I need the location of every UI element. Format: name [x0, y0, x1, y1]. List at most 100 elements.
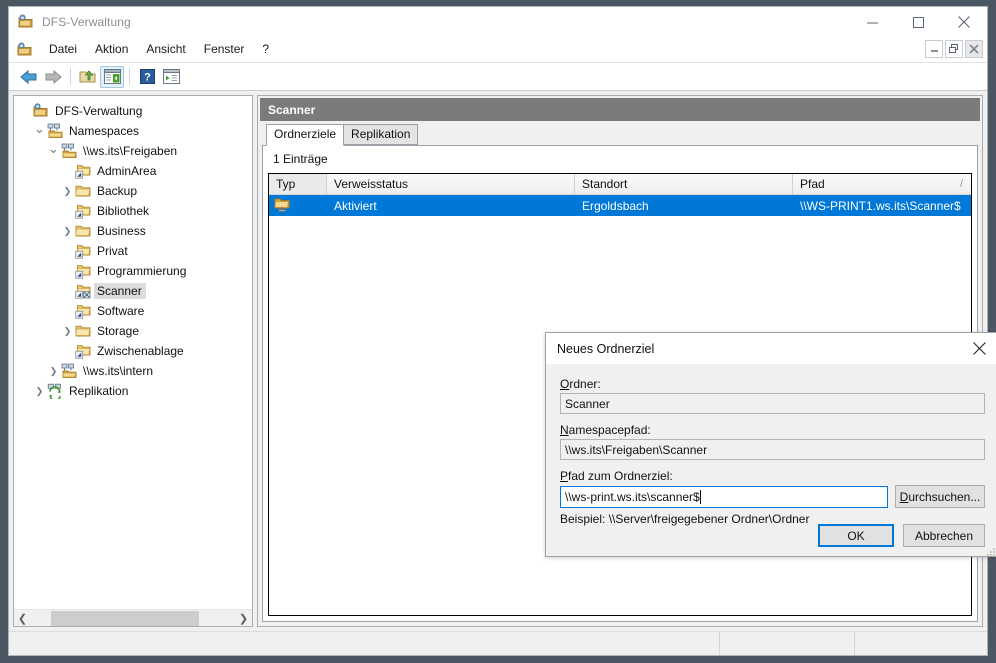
- tree-item-namespaces[interactable]: ⌄ Namespaces: [14, 121, 252, 141]
- tree-item-label: Storage: [97, 324, 140, 338]
- tree-item-replikation[interactable]: ❯ Replikation: [14, 381, 252, 402]
- namespace-icon: [61, 143, 77, 159]
- ordnerziel-input-value: \\ws-print.ws.its\scanner$: [565, 489, 700, 504]
- tree-item-scanner[interactable]: Scanner: [14, 281, 252, 301]
- folder-icon: [75, 223, 91, 239]
- main-body: DFS-Verwaltung ⌄ Namespaces ⌄ \\ws.its\Freig…: [9, 91, 996, 627]
- row-verweisstatus: Aktiviert: [334, 198, 377, 213]
- dialog-close-button[interactable]: [959, 333, 996, 364]
- scrollbar-track[interactable]: [31, 610, 235, 627]
- ordnerziel-input[interactable]: \\ws-print.ws.its\scanner$: [560, 485, 888, 508]
- tree-item-label: \\ws.its\intern: [83, 364, 154, 378]
- show-hide-console-tree-button[interactable]: [100, 65, 124, 88]
- tree-item-dfs-verwaltung[interactable]: DFS-Verwaltung: [14, 101, 252, 121]
- menu-datei[interactable]: Datei: [40, 39, 86, 60]
- up-folder-button[interactable]: [76, 66, 100, 88]
- menu-aktion[interactable]: Aktion: [86, 39, 137, 60]
- scroll-right-icon[interactable]: ❯: [235, 610, 252, 627]
- column-header-typ[interactable]: Typ: [269, 174, 327, 194]
- scroll-left-icon[interactable]: ❮: [14, 610, 31, 627]
- ordnerziel-row: \\ws-print.ws.its\scanner$ Durchsuchen..…: [560, 485, 985, 508]
- window-controls: [849, 7, 987, 37]
- maximize-button[interactable]: [895, 7, 941, 37]
- chevron-right-icon[interactable]: ❯: [60, 186, 75, 197]
- tree-horizontal-scrollbar[interactable]: ❮ ❯: [14, 609, 252, 626]
- menu-help[interactable]: ?: [253, 39, 278, 60]
- tree-item-privat[interactable]: Privat: [14, 241, 252, 261]
- tree-item-label: Namespaces: [69, 124, 140, 138]
- toolbar-separator: [70, 68, 71, 85]
- tree-item-business[interactable]: ❯ Business: [14, 221, 252, 241]
- dfs-link-folder-icon: [75, 343, 91, 359]
- tree-item-programmierung[interactable]: Programmierung: [14, 261, 252, 281]
- namespacepfad-field: \\ws.its\Freigaben\Scanner: [560, 439, 985, 460]
- menu-fenster[interactable]: Fenster: [195, 39, 254, 60]
- dialog-title: Neues Ordnerziel: [557, 341, 655, 356]
- tree-item-storage[interactable]: ❯ Storage: [14, 321, 252, 341]
- mdi-restore-button[interactable]: [945, 40, 963, 58]
- ordnerziel-field-label: Pfad zum Ordnerziel:: [560, 469, 673, 483]
- tree-item-wsitsintern[interactable]: ❯ \\ws.its\intern: [14, 361, 252, 381]
- menu-ansicht[interactable]: Ansicht: [137, 39, 194, 60]
- browse-button[interactable]: Durchsuchen...: [895, 485, 985, 508]
- chevron-right-icon[interactable]: ❯: [60, 326, 75, 337]
- namespace-icon: [61, 363, 77, 379]
- svg-text:?: ?: [144, 72, 151, 84]
- tree-item-label: Privat: [97, 244, 128, 258]
- mdi-minimize-button[interactable]: [925, 40, 943, 58]
- namespacepfad-label-rest: amespacepfad:: [568, 423, 651, 437]
- ok-button[interactable]: OK: [818, 524, 894, 547]
- help-button[interactable]: ?: [135, 66, 159, 88]
- mdi-close-button[interactable]: [965, 40, 983, 58]
- close-button[interactable]: [941, 7, 987, 37]
- tree-item-zwischenablage[interactable]: Zwischenablage: [14, 341, 252, 361]
- column-header-verweisstatus[interactable]: Verweisstatus: [327, 174, 575, 194]
- dfs-root-icon: [33, 103, 49, 119]
- tab-replikation[interactable]: Replikation: [343, 124, 419, 145]
- dfs-link-folder-icon: [75, 303, 91, 319]
- mdi-window-controls: [923, 40, 983, 58]
- row-type-icon-cell: [269, 197, 327, 215]
- column-header-pfad[interactable]: Pfad /: [793, 174, 971, 194]
- back-button[interactable]: [17, 66, 41, 88]
- column-header-standort[interactable]: Standort: [575, 174, 793, 194]
- table-row[interactable]: Aktiviert Ergoldsbach \\WS-PRINT1.ws.its…: [269, 195, 971, 216]
- tree-item-label: Programmierung: [97, 264, 187, 278]
- listview-header: Typ Verweisstatus Standort Pfad /: [269, 174, 971, 195]
- tree-item-label: AdminArea: [97, 164, 157, 178]
- tree-item-backup[interactable]: ❯ Backup: [14, 181, 252, 201]
- console-tree[interactable]: DFS-Verwaltung ⌄ Namespaces ⌄ \\ws.its\Freig…: [14, 96, 252, 609]
- minimize-button[interactable]: [849, 7, 895, 37]
- tree-item-software[interactable]: Software: [14, 301, 252, 321]
- dfs-link-folder-icon: [75, 243, 91, 259]
- resize-grip-icon[interactable]: [986, 544, 996, 556]
- forward-button[interactable]: [41, 66, 65, 88]
- tree-item-label: Software: [97, 304, 145, 318]
- scrollbar-thumb[interactable]: [51, 610, 199, 626]
- tab-ordnerziele[interactable]: Ordnerziele: [266, 124, 345, 146]
- namespacepfad-field-label: Namespacepfad:: [560, 423, 651, 437]
- chevron-right-icon[interactable]: ❯: [60, 226, 75, 237]
- tree-item-adminarea[interactable]: AdminArea: [14, 161, 252, 181]
- tree-item-label: Bibliothek: [97, 204, 150, 218]
- chevron-right-icon[interactable]: ❯: [32, 386, 47, 397]
- cancel-button[interactable]: Abbrechen: [903, 524, 985, 547]
- tree-item-label: Business: [97, 224, 146, 238]
- tree-item-label: DFS-Verwaltung: [55, 104, 143, 118]
- tree-item-bibliothek[interactable]: Bibliothek: [14, 201, 252, 221]
- statusbar-segment-1: [9, 632, 720, 655]
- dfs-link-folder-icon: [75, 203, 91, 219]
- chevron-right-icon[interactable]: ❯: [46, 366, 61, 377]
- ordnerziel-label-rest: fad zum Ordnerziel:: [568, 469, 673, 483]
- sort-indicator-icon: /: [959, 178, 963, 190]
- export-list-button[interactable]: [159, 66, 183, 88]
- console-tree-pane: DFS-Verwaltung ⌄ Namespaces ⌄ \\ws.its\Freig…: [13, 95, 253, 627]
- dfs-link-folder-icon: [75, 163, 91, 179]
- tree-item-wsitsfreigaben[interactable]: ⌄ \\ws.its\Freigaben: [14, 141, 252, 161]
- new-folder-target-dialog: Neues Ordnerziel Ordner: Scanner Namespa…: [545, 332, 996, 557]
